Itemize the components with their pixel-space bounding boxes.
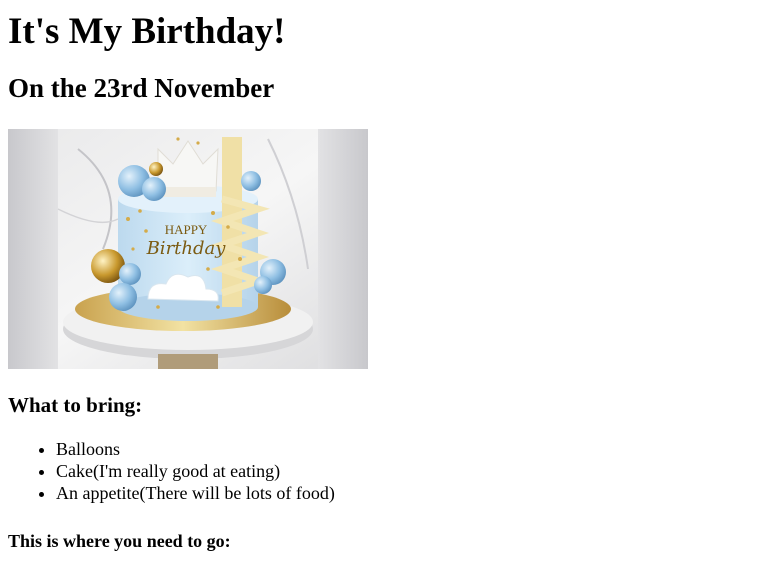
list-item: An appetite(There will be lots of food) [56,482,750,504]
bring-list: Balloons Cake(I'm really good at eating)… [8,438,750,504]
what-to-bring-heading: What to bring: [8,393,143,417]
list-item: Balloons [56,438,750,460]
svg-text:Birthday: Birthday [146,238,227,259]
birthday-cake-image: HAPPY Birthday [8,129,368,369]
directions-heading: This is where you need to go: [8,531,231,551]
svg-text:HAPPY: HAPPY [165,222,208,237]
page: It's My Birthday! On the 23rd November H… [0,10,758,552]
page-title: It's My Birthday! [8,11,286,52]
list-item: Cake(I'm really good at eating) [56,460,750,482]
page-subtitle: On the 23rd November [8,73,275,103]
